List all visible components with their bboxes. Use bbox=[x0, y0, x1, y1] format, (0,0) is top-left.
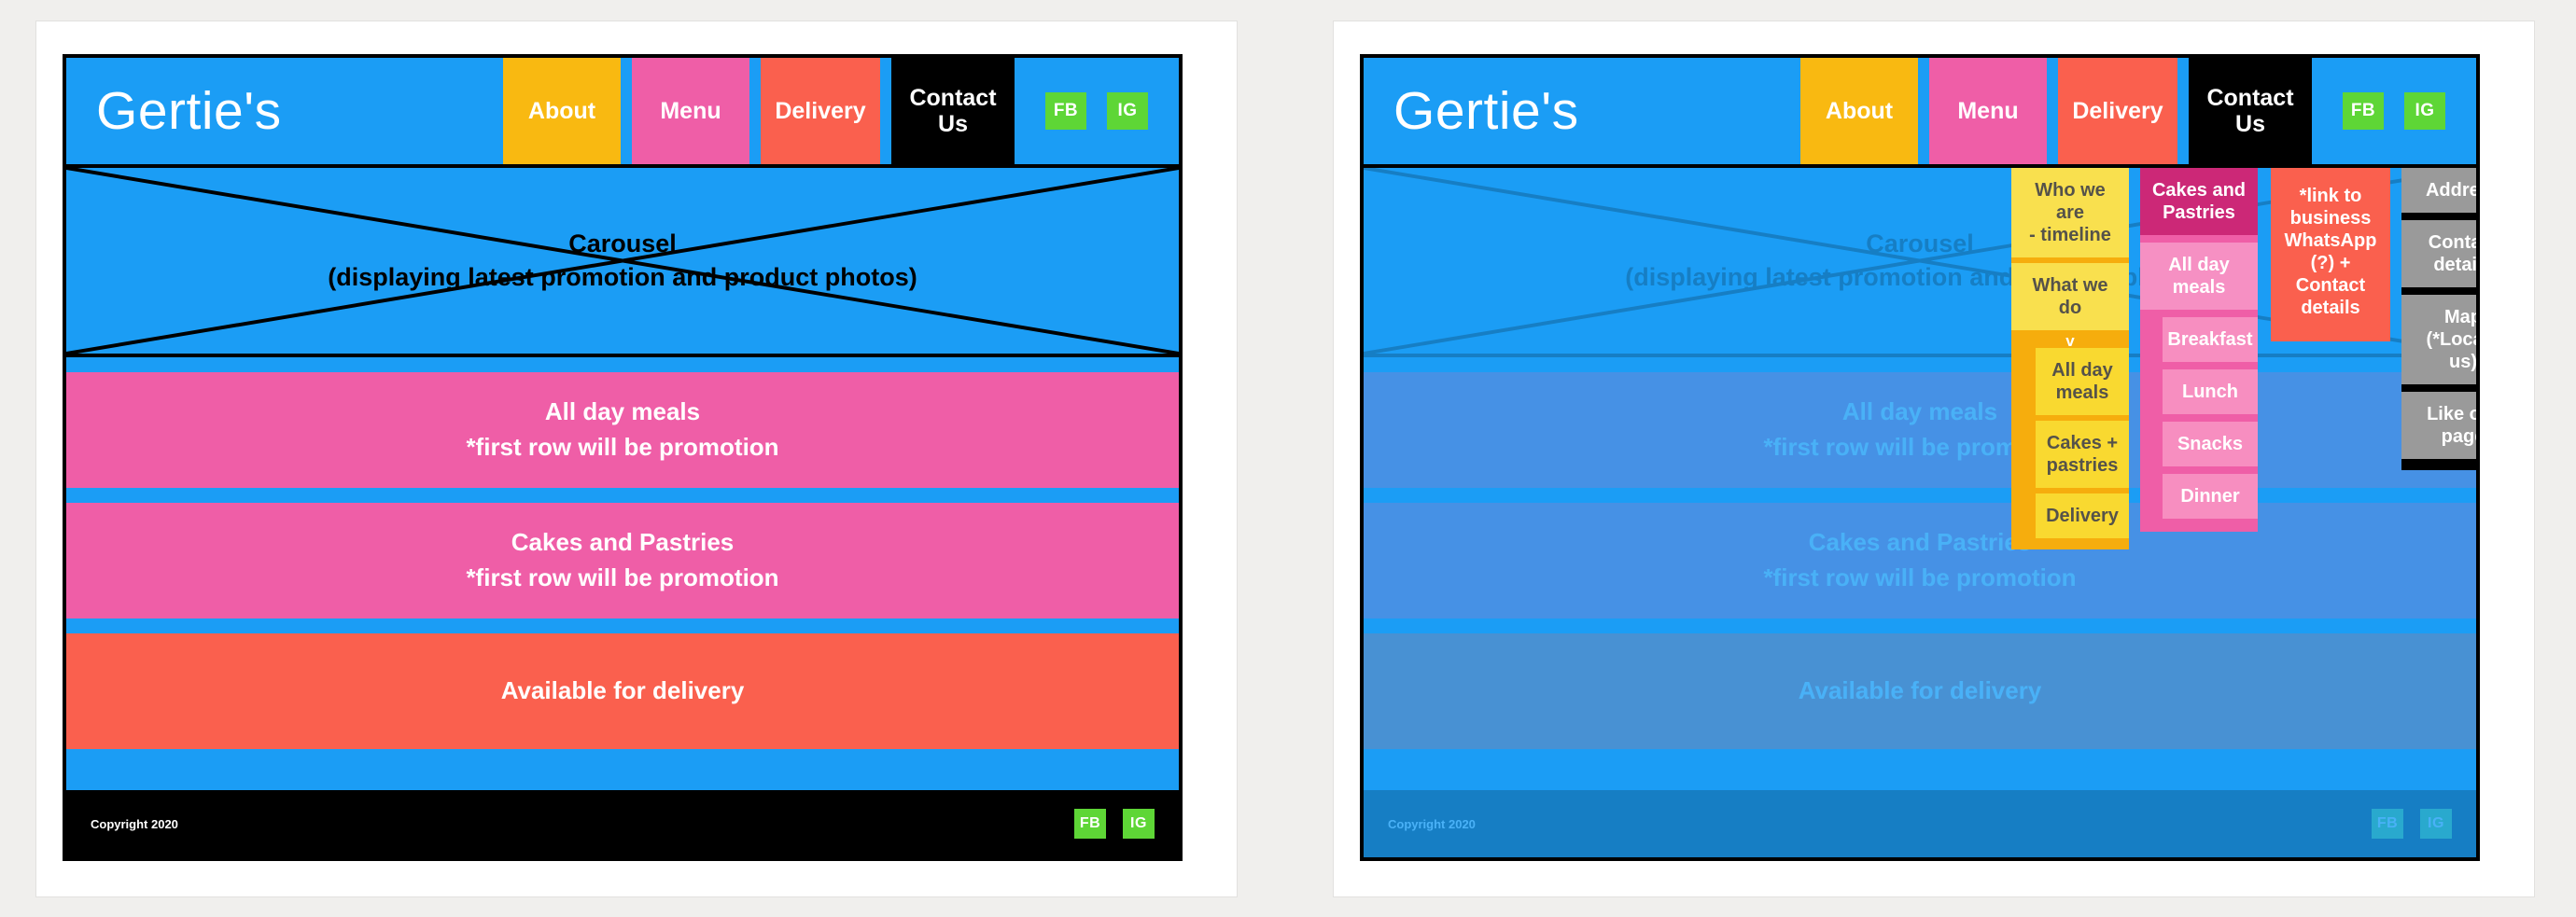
dropdown-item-snacks[interactable]: Snacks bbox=[2163, 422, 2258, 466]
nav-gap bbox=[2047, 58, 2058, 164]
section-title: Cakes and Pastries bbox=[511, 528, 735, 557]
footer-social-links: FB IG bbox=[1074, 809, 1155, 839]
website-mockup-menus-open: Gertie's About Menu Delivery Contact Us … bbox=[1360, 54, 2480, 861]
dropdown-delivery: *link to business WhatsApp (?) + Contact deta… bbox=[2271, 168, 2390, 341]
facebook-icon[interactable]: FB bbox=[1045, 92, 1086, 130]
section-note: *first row will be promotion bbox=[1763, 563, 2077, 591]
section-title: Cakes and Pastries bbox=[1808, 528, 2032, 557]
nav-item-delivery[interactable]: Delivery bbox=[761, 58, 880, 164]
section-all-day-meals[interactable]: All day meals *first row will be promoti… bbox=[1364, 372, 2476, 488]
dropdown-item-cakes-pastries[interactable]: Cakes + pastries bbox=[2036, 421, 2129, 488]
nav-contact-label: Contact Us bbox=[2206, 85, 2293, 137]
nav-contact-line1: Contact bbox=[2206, 85, 2294, 111]
section-title: All day meals bbox=[544, 397, 701, 426]
section-cakes-and-pastries[interactable]: Cakes and Pastries *first row will be pr… bbox=[66, 503, 1179, 618]
dropdown-item-all-day-meals[interactable]: All day meals bbox=[2036, 348, 2129, 415]
instagram-icon[interactable]: IG bbox=[1123, 809, 1155, 839]
site-footer: Copyright 2020 FB IG bbox=[66, 790, 1179, 857]
website-mockup-default: Gertie's About Menu Delivery Contact Us … bbox=[63, 54, 1183, 861]
nav-gap bbox=[621, 58, 632, 164]
facebook-icon[interactable]: FB bbox=[2372, 809, 2403, 839]
nav-item-menu[interactable]: Menu bbox=[1929, 58, 2047, 164]
site-header: Gertie's About Menu Delivery Contact Us … bbox=[1364, 58, 2476, 168]
dropdown-item-breakfast[interactable]: Breakfast bbox=[2163, 317, 2258, 362]
dropdown-item-address[interactable]: Address bbox=[2401, 168, 2476, 213]
section-available-for-delivery[interactable]: Available for delivery bbox=[66, 633, 1179, 749]
dropdown-menu: Cakes and Pastries All day meals Breakfast… bbox=[2140, 168, 2258, 532]
nav-contact-line2: Us bbox=[2235, 111, 2265, 137]
dropdown-item-what-we-do[interactable]: What we do bbox=[2011, 263, 2129, 330]
section-divider bbox=[1364, 488, 2476, 503]
nav-contact-label: Contact Us bbox=[909, 85, 996, 137]
section-available-for-delivery[interactable]: Available for delivery bbox=[1364, 633, 2476, 749]
section-divider bbox=[1364, 749, 2476, 764]
instagram-icon[interactable]: IG bbox=[2420, 809, 2452, 839]
section-divider bbox=[1364, 357, 2476, 372]
panel-right-menus-open-state: Gertie's About Menu Delivery Contact Us … bbox=[1333, 21, 2535, 897]
nav-item-about[interactable]: About bbox=[503, 58, 621, 164]
section-title: All day meals bbox=[1841, 397, 1998, 426]
dropdown-item-cakes-and-pastries[interactable]: Cakes and Pastries bbox=[2140, 168, 2258, 235]
nav-gap bbox=[880, 58, 891, 164]
section-all-day-meals[interactable]: All day meals *first row will be promoti… bbox=[66, 372, 1179, 488]
dropdown-item-who-we-are[interactable]: Who we are - timeline bbox=[2011, 168, 2129, 257]
carousel-placeholder[interactable]: Carousel (displaying latest promotion an… bbox=[66, 168, 1179, 357]
copyright-text: Copyright 2020 bbox=[91, 816, 178, 831]
chevron-down-icon: v bbox=[2065, 332, 2075, 350]
carousel-subtitle: (displaying latest promotion and product… bbox=[328, 262, 917, 291]
wireframe-canvas: Gertie's About Menu Delivery Contact Us … bbox=[0, 0, 2576, 917]
section-divider bbox=[1364, 618, 2476, 633]
dropdown-item-like-our-page[interactable]: Like ourpage bbox=[2401, 392, 2476, 459]
site-header: Gertie's About Menu Delivery Contact Us … bbox=[66, 58, 1179, 168]
instagram-icon[interactable]: IG bbox=[2404, 92, 2445, 130]
facebook-icon[interactable]: FB bbox=[2343, 92, 2384, 130]
section-title: Available for delivery bbox=[500, 676, 745, 705]
nav-item-contact-us[interactable]: Contact Us bbox=[891, 58, 1015, 164]
section-note: *first row will be promotion bbox=[466, 433, 779, 461]
dropdown-item-map-locate-us[interactable]: Map(*Locateus) bbox=[2401, 295, 2476, 384]
carousel-title: Carousel bbox=[568, 229, 677, 257]
section-note: *first row will be promotion bbox=[466, 563, 779, 591]
nav-contact-line2: Us bbox=[938, 111, 968, 137]
header-social-links: FB IG bbox=[1015, 58, 1179, 164]
dropdown-item-delivery[interactable]: Delivery bbox=[2036, 493, 2129, 538]
brand-logo[interactable]: Gertie's bbox=[1364, 58, 1746, 164]
nav-item-delivery[interactable]: Delivery bbox=[2058, 58, 2177, 164]
panel-left-default-state: Gertie's About Menu Delivery Contact Us … bbox=[35, 21, 1238, 897]
section-divider bbox=[66, 618, 1179, 633]
dropdown-about: Who we are - timeline What we do v All day m… bbox=[2011, 168, 2129, 549]
nav-gap bbox=[2177, 58, 2189, 164]
dropdown-item-all-day-meals[interactable]: All day meals bbox=[2140, 243, 2258, 310]
dropdown-item-dinner[interactable]: Dinner bbox=[2163, 474, 2258, 519]
facebook-icon[interactable]: FB bbox=[1074, 809, 1106, 839]
dropdown-contact-us: Address Contactdetails Map(*Locateus) Li… bbox=[2401, 168, 2476, 470]
section-divider bbox=[66, 488, 1179, 503]
nav-item-contact-us[interactable]: Contact Us bbox=[2189, 58, 2312, 164]
section-divider bbox=[66, 749, 1179, 764]
carousel-label: Carousel (displaying latest promotion an… bbox=[328, 228, 917, 294]
nav-item-about[interactable]: About bbox=[1800, 58, 1918, 164]
header-social-links: FB IG bbox=[2312, 58, 2476, 164]
section-divider bbox=[66, 357, 1179, 372]
dropdown-item-whatsapp-link[interactable]: *link to business WhatsApp (?) + Contact deta… bbox=[2271, 168, 2390, 341]
nav-contact-line1: Contact bbox=[909, 85, 997, 111]
section-title: Available for delivery bbox=[1798, 676, 2042, 705]
nav-gap bbox=[1918, 58, 1929, 164]
instagram-icon[interactable]: IG bbox=[1107, 92, 1148, 130]
section-cakes-and-pastries[interactable]: Cakes and Pastries *first row will be pr… bbox=[1364, 503, 2476, 618]
site-footer: Copyright 2020 FB IG bbox=[1364, 790, 2476, 857]
dropdown-item-contact-details[interactable]: Contactdetails bbox=[2401, 220, 2476, 287]
nav-gap bbox=[749, 58, 761, 164]
copyright-text: Copyright 2020 bbox=[1388, 816, 1476, 831]
nav-item-menu[interactable]: Menu bbox=[632, 58, 749, 164]
footer-social-links: FB IG bbox=[2372, 809, 2452, 839]
dropdown-item-lunch[interactable]: Lunch bbox=[2163, 369, 2258, 414]
brand-logo[interactable]: Gertie's bbox=[66, 58, 449, 164]
